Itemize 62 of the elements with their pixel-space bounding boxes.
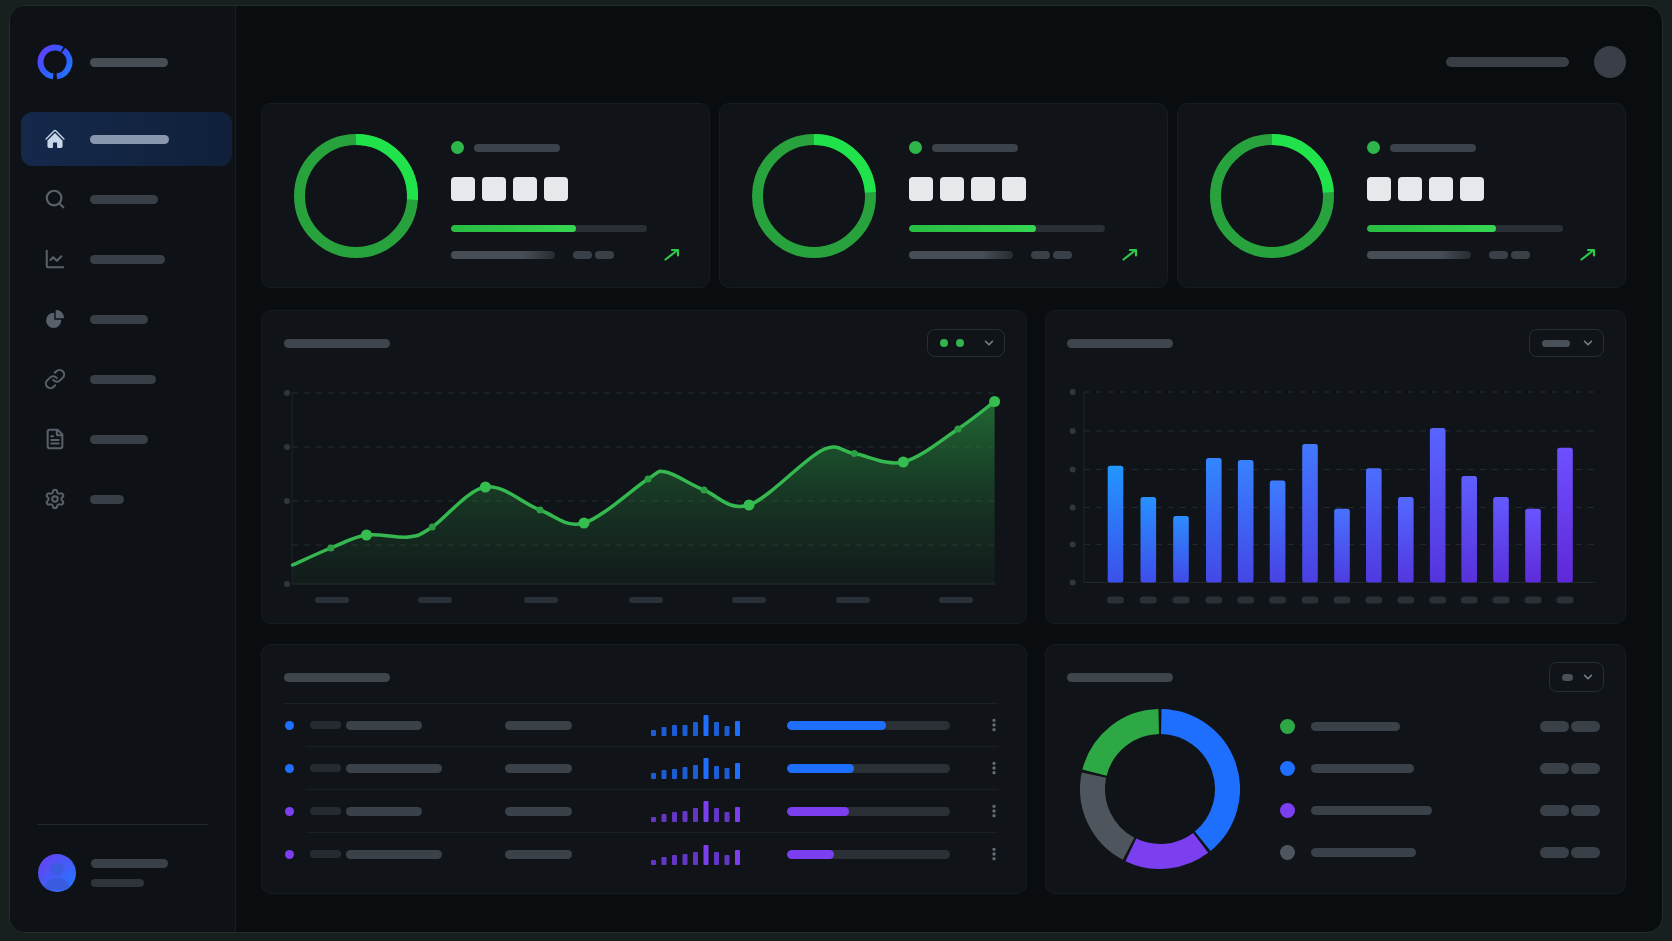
tag-placeholder bbox=[310, 807, 341, 815]
value-placeholder bbox=[1571, 720, 1600, 732]
digit-placeholder bbox=[1367, 177, 1391, 201]
value-placeholder bbox=[505, 763, 572, 773]
user-avatar bbox=[38, 854, 76, 892]
label-placeholder bbox=[90, 314, 148, 324]
tag-placeholder bbox=[310, 721, 341, 729]
nav-item[interactable] bbox=[21, 112, 232, 166]
pie-chart-icon bbox=[44, 308, 66, 330]
tag-placeholder bbox=[310, 764, 341, 772]
tag-placeholder bbox=[1511, 250, 1530, 259]
value-placeholder bbox=[1540, 720, 1569, 732]
digit-placeholder bbox=[1460, 177, 1484, 201]
link-icon bbox=[44, 368, 66, 390]
status-dot-icon bbox=[909, 141, 922, 154]
digit-placeholder bbox=[482, 177, 506, 201]
value-placeholder bbox=[1571, 762, 1600, 774]
trend-up-icon bbox=[1580, 248, 1596, 261]
digit-placeholder bbox=[513, 177, 537, 201]
status-dot-icon bbox=[451, 141, 464, 154]
value-placeholder bbox=[1571, 846, 1600, 858]
tag-placeholder bbox=[595, 250, 614, 259]
digit-placeholder bbox=[940, 177, 964, 201]
value-placeholder bbox=[505, 720, 572, 730]
label-placeholder bbox=[90, 494, 124, 504]
label-placeholder bbox=[90, 194, 158, 204]
digit-placeholder bbox=[544, 177, 568, 201]
label-placeholder bbox=[90, 374, 156, 384]
trend-up-icon bbox=[664, 248, 680, 261]
trend-up-icon bbox=[1122, 248, 1138, 261]
dot-icon bbox=[940, 339, 948, 347]
tag-placeholder bbox=[1489, 250, 1508, 259]
digit-placeholder bbox=[971, 177, 995, 201]
role-placeholder bbox=[91, 879, 144, 887]
line-chart-icon bbox=[44, 248, 66, 270]
label-placeholder bbox=[90, 434, 148, 444]
tag-placeholder bbox=[1053, 250, 1072, 259]
value-placeholder bbox=[505, 849, 572, 859]
value-placeholder bbox=[1540, 762, 1569, 774]
tag-placeholder bbox=[1031, 250, 1050, 259]
value-placeholder bbox=[505, 806, 572, 816]
option-placeholder bbox=[1562, 673, 1573, 681]
digit-placeholder bbox=[1429, 177, 1453, 201]
logo-icon bbox=[37, 44, 73, 80]
value-placeholder bbox=[1571, 804, 1600, 816]
status-dot-icon bbox=[1367, 141, 1380, 154]
home-icon bbox=[44, 128, 66, 150]
value-placeholder bbox=[1540, 804, 1569, 816]
settings-icon bbox=[44, 488, 66, 510]
document-icon bbox=[44, 428, 66, 450]
digit-placeholder bbox=[451, 177, 475, 201]
filter-dropdown[interactable] bbox=[927, 329, 1005, 357]
dot-icon bbox=[956, 339, 964, 347]
profile-avatar[interactable] bbox=[1594, 46, 1626, 78]
option-placeholder bbox=[1542, 339, 1570, 347]
value-placeholder bbox=[1540, 846, 1569, 858]
search-icon bbox=[44, 188, 66, 210]
digit-placeholder bbox=[909, 177, 933, 201]
digit-placeholder bbox=[1002, 177, 1026, 201]
tag-placeholder bbox=[310, 850, 341, 858]
digit-placeholder bbox=[1398, 177, 1422, 201]
tag-placeholder bbox=[573, 250, 592, 259]
